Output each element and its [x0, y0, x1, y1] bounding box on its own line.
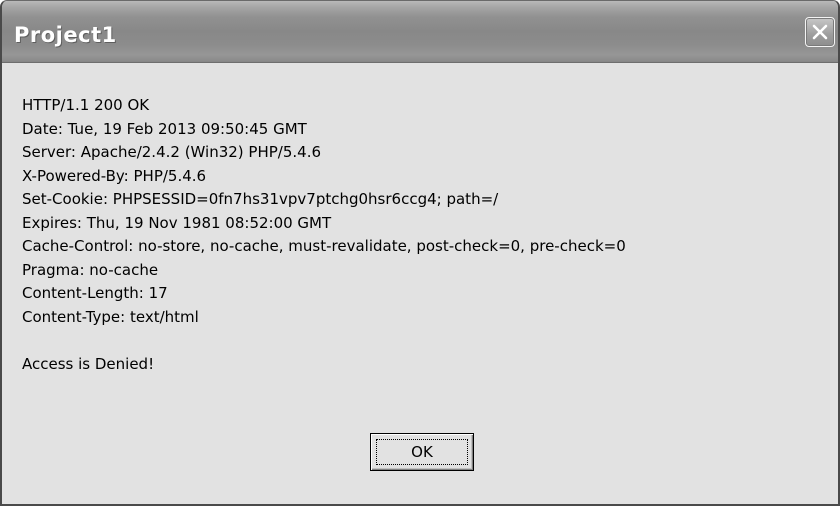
- close-button[interactable]: [805, 17, 835, 47]
- header-line: Content-Type: text/html: [22, 307, 199, 326]
- header-line: Pragma: no-cache: [22, 260, 159, 279]
- header-line: Content-Length: 17: [22, 284, 168, 302]
- message-box-window: Project1 HTTP/1.1 200 OK Date: Tue, 19 F…: [0, 0, 840, 506]
- ok-button[interactable]: OK: [370, 433, 474, 471]
- title-bar[interactable]: Project1: [2, 1, 838, 63]
- header-line: X-Powered-By: PHP/5.4.6: [22, 166, 207, 185]
- header-line: HTTP/1.1 200 OK: [22, 96, 150, 114]
- header-line: Expires: Thu, 19 Nov 1981 08:52:00 GMT: [22, 213, 332, 232]
- header-line: Date: Tue, 19 Feb 2013 09:50:45 GMT: [22, 119, 307, 138]
- ok-button-label: OK: [376, 439, 468, 465]
- response-body: Access is Denied!: [22, 354, 155, 373]
- header-line: Set-Cookie: PHPSESSID=0fn7hs31vpv7ptchg0…: [22, 190, 499, 208]
- close-icon: [812, 24, 828, 40]
- header-line: Cache-Control: no-store, no-cache, must-…: [22, 237, 626, 255]
- message-text: HTTP/1.1 200 OK Date: Tue, 19 Feb 2013 0…: [22, 94, 822, 376]
- window-title: Project1: [14, 23, 117, 47]
- header-line: Server: Apache/2.4.2 (Win32) PHP/5.4.6: [22, 143, 322, 161]
